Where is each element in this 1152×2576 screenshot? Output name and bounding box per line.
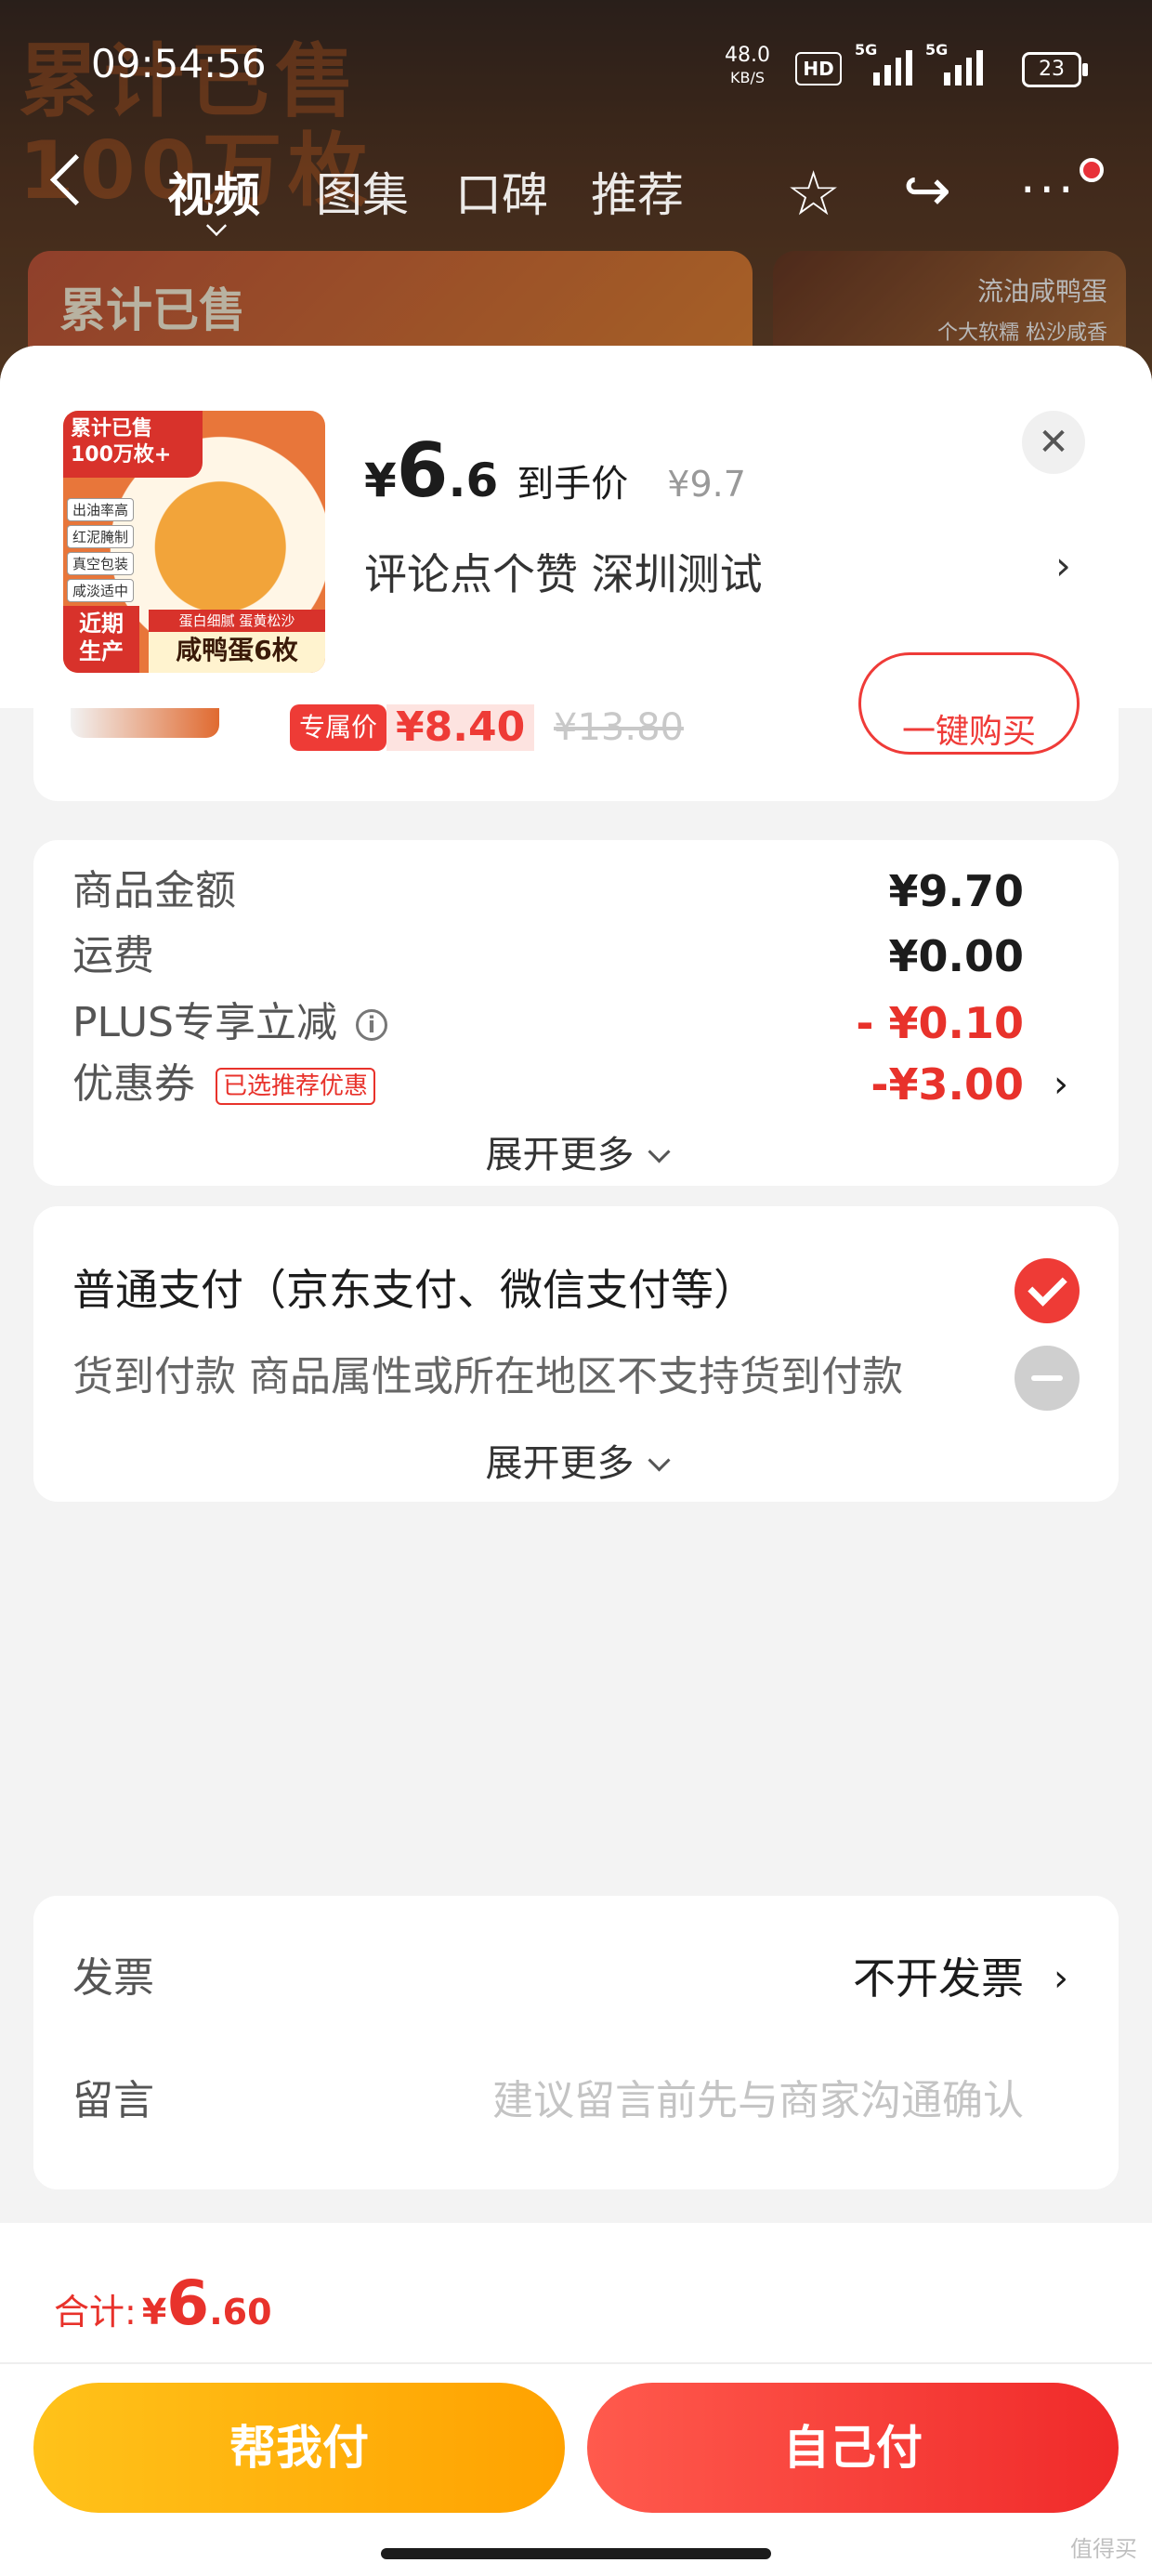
image-bar-subtitle: 蛋白细腻 蛋黄松沙 [149,610,325,632]
message-label: 留言 [72,2077,154,2124]
image-tag: 咸淡适中 [67,579,135,602]
peek-product-card: 专属价 ¥8.40 ¥13.80 一键购买 [33,652,1119,801]
peek-product-image [71,708,219,738]
goods-amount-value: ¥9.70 [888,866,1024,916]
checkout-footer: 合计: ¥ 6 .60 帮我付 自己付 值得买 [0,2223,1152,2576]
invoice-row[interactable]: 发票 不开发票 › [72,1946,1080,2011]
signal-icon-2: 5G [925,41,983,85]
image-feature-tags: 出油率高 红泥腌制 真空包装 咸淡适中 [67,494,135,606]
expand-more-label: 展开更多 [485,1442,635,1485]
selected-spec[interactable]: 评论点个赞 深圳测试 [364,541,763,602]
total-symbol: ¥ [141,2292,167,2333]
payment-cod-label: 货到付款 商品属性或所在地区不支持货到付款 [72,1353,903,1400]
more-dots-icon[interactable]: ··· [1020,166,1078,215]
image-tag: 出油率高 [67,498,135,521]
plus-discount-label-wrap: PLUS专享立减 i [72,991,387,1056]
home-indicator[interactable] [381,2548,771,2559]
shipping-value: ¥0.00 [888,931,1024,981]
chevron-down-icon [647,1448,671,1472]
chevron-down-icon [647,1139,671,1163]
total-label: 合计: [54,2292,137,2333]
coupon-row[interactable]: 优惠券 已选推荐优惠 -¥3.00 › [72,1052,1080,1117]
peek-original-price: ¥13.80 [554,706,684,749]
image-sales-badge: 累计已售 100万枚+ [63,411,203,478]
status-bar: 09:54:56 48.0 KB/S HD 5G 5G 23 [0,0,1152,139]
invoice-message-panel: 发票 不开发票 › 留言 建议留言前先与商家沟通确认 [33,1896,1119,2189]
coupon-label: 优惠券 [72,1060,195,1108]
goods-amount-label: 商品金额 [72,867,236,914]
image-corner-label: 近期 生产 [63,606,139,673]
exclusive-price: ¥8.40 [386,704,535,751]
image-tag: 红泥腌制 [67,525,135,548]
signal-icon-1: 5G [855,41,912,85]
invoice-label: 发票 [72,1954,154,2002]
footer-divider [0,2362,1152,2364]
net-speed: 48.0 KB/S [725,45,770,89]
payment-option-cod: 货到付款 商品属性或所在地区不支持货到付款 [72,1342,1080,1413]
share-icon[interactable]: ↪ [903,158,951,223]
net-speed-unit: KB/S [729,69,765,86]
help-me-pay-button[interactable]: 帮我付 [33,2383,565,2513]
battery-icon: 23 [1022,52,1088,87]
close-icon: ✕ [1038,421,1069,464]
signal-1-label: 5G [855,41,878,59]
expand-more-amounts[interactable]: 展开更多 [33,1124,1119,1178]
total-amount: 合计: ¥ 6 .60 [54,2267,272,2339]
chevron-right-icon[interactable]: › [1055,543,1071,588]
tab-video[interactable]: 视频 [167,149,260,242]
coupon-value: -¥3.00 [871,1059,1024,1110]
message-input[interactable]: 建议留言前先与商家沟通确认 [492,2069,1024,2134]
tab-recommend[interactable]: 推荐 [591,149,684,242]
checked-circle-icon[interactable] [1015,1258,1080,1323]
watermark: 值得买 [1070,2536,1137,2562]
invoice-value: 不开发票 [853,1953,1024,2004]
tab-gallery[interactable]: 图集 [316,149,409,242]
payment-method-card: 普通支付（京东支付、微信支付等） 货到付款 商品属性或所在地区不支持货到付款 展… [33,1206,1119,1502]
price-decimal: .6 [448,453,499,507]
image-bottom-bar: 蛋白细腻 蛋黄松沙 咸鸭蛋6枚 [149,610,325,673]
back-arrow-icon[interactable] [49,153,102,206]
net-speed-value: 48.0 [725,44,770,67]
payment-option-normal[interactable]: 普通支付（京东支付、微信支付等） [72,1255,1080,1325]
price-row: ¥ 6 .6 到手价 ¥9.7 [364,427,746,514]
price-integer: 6 [396,427,449,514]
one-click-buy-button[interactable]: 一键购买 [858,652,1080,755]
chevron-right-icon[interactable]: › [1054,1946,1068,2011]
payment-normal-label: 普通支付（京东支付、微信支付等） [72,1265,756,1315]
signal-2-label: 5G [925,41,949,59]
shipping-row: 运费 ¥0.00 [72,924,1080,989]
product-nav-bar: 视频 图集 口碑 推荐 ☆ ↪ ··· [0,149,1152,242]
price-symbol: ¥ [364,453,397,507]
plus-discount-row: PLUS专享立减 i - ¥0.10 [72,991,1080,1056]
price-label: 到手价 [517,463,629,506]
exclusive-tag-label: 专属价 [290,704,387,751]
tab-reviews[interactable]: 口碑 [455,149,548,242]
message-row: 留言 建议留言前先与商家沟通确认 [72,2069,1080,2134]
info-icon[interactable]: i [356,1009,387,1041]
exclusive-price-tag: 专属价 ¥8.40 [290,704,535,751]
image-bar-title: 咸鸭蛋6枚 [176,635,298,665]
product-image: 累计已售 100万枚+ 出油率高 红泥腌制 真空包装 咸淡适中 近期 生产 蛋白… [63,411,325,673]
chevron-right-icon[interactable]: › [1054,1052,1068,1117]
plus-discount-label: PLUS专享立减 [72,999,337,1046]
close-button[interactable]: ✕ [1022,411,1085,474]
coupon-recommend-tag: 已选推荐优惠 [216,1068,376,1105]
favorite-star-icon[interactable]: ☆ [786,164,841,225]
amount-summary-card: 商品金额 ¥9.70 运费 ¥0.00 PLUS专享立减 i - ¥0.10 优惠… [33,840,1119,1186]
disabled-circle-icon [1015,1346,1080,1411]
pay-myself-button[interactable]: 自己付 [587,2383,1119,2513]
status-time: 09:54:56 [91,41,267,86]
expand-more-label: 展开更多 [485,1134,635,1176]
goods-amount-row: 商品金额 ¥9.70 [72,859,1080,924]
plus-discount-value: - ¥0.10 [856,998,1024,1048]
hd-icon: HD [795,52,842,85]
image-tag: 真空包装 [67,552,135,575]
coupon-label-wrap: 优惠券 已选推荐优惠 [72,1052,376,1117]
expand-more-payment[interactable]: 展开更多 [33,1433,1119,1487]
shipping-label: 运费 [72,932,154,979]
notification-dot [1080,158,1104,182]
total-decimal: .60 [209,2292,272,2333]
total-integer: 6 [166,2267,210,2339]
original-price: ¥9.7 [667,464,746,505]
